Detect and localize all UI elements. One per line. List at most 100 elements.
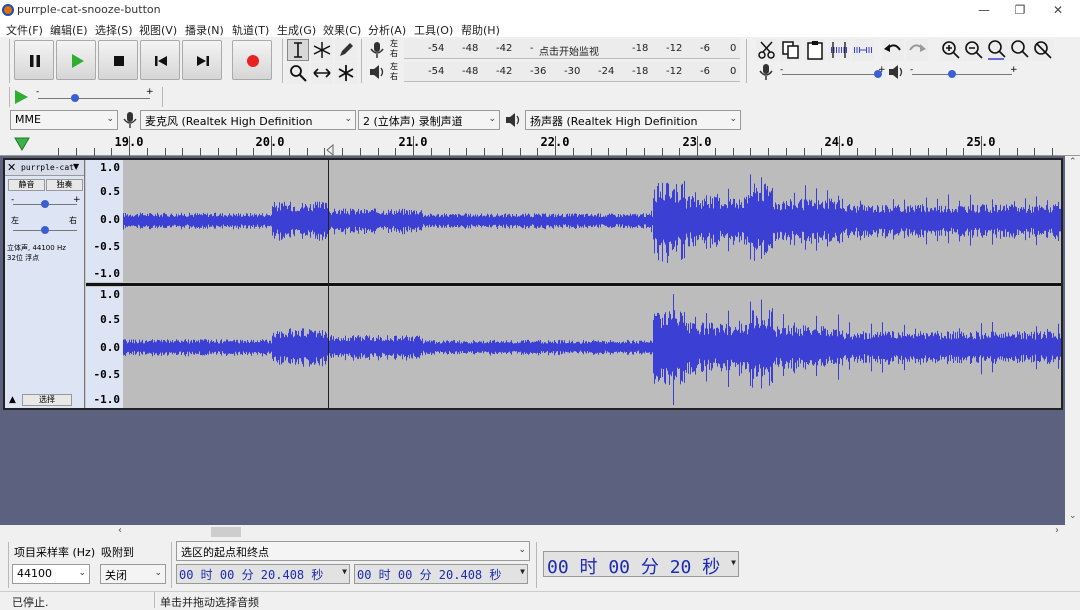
- multi-tool[interactable]: [335, 62, 357, 84]
- play-at-speed-icon[interactable]: [12, 88, 30, 106]
- speaker-icon[interactable]: [368, 63, 386, 81]
- mute-button[interactable]: 静音: [8, 179, 45, 191]
- fit-project-button[interactable]: [1009, 39, 1031, 61]
- record-volume-slider[interactable]: - +: [780, 64, 886, 80]
- select-track-button[interactable]: 选择: [22, 394, 72, 406]
- time-shift-tool[interactable]: [311, 62, 333, 84]
- selection-tool[interactable]: [287, 39, 309, 61]
- selection-end-time[interactable]: 00 时 00 分 20.408 秒 ▼: [354, 564, 528, 584]
- silence-button[interactable]: [852, 39, 874, 61]
- play-button[interactable]: [56, 40, 96, 80]
- vertical-scrollbar[interactable]: ⌃ ⌄: [1065, 156, 1080, 525]
- pause-button[interactable]: [14, 40, 54, 80]
- time-format-arrow-icon[interactable]: ▼: [342, 567, 347, 576]
- menu-help[interactable]: 帮助(H): [461, 22, 500, 38]
- track-menu-arrow-icon[interactable]: ▼: [73, 162, 79, 171]
- redo-button[interactable]: [906, 39, 928, 61]
- selection-mode-select[interactable]: 选区的起点和终点 ⌄: [176, 541, 530, 561]
- clipboard-icon: [807, 41, 823, 60]
- copy-button[interactable]: [780, 39, 802, 61]
- menu-view[interactable]: 视图(V): [139, 22, 177, 38]
- ruler-tick: [608, 148, 610, 156]
- ruler-tick: [998, 148, 1000, 156]
- undo-button[interactable]: [882, 39, 904, 61]
- scale-label: -0.5: [93, 240, 121, 253]
- channels-select[interactable]: 2 (立体声) 录制声道 ⌄: [358, 110, 500, 130]
- pan-slider-thumb[interactable]: [41, 226, 49, 234]
- rec-tick: -: [530, 43, 534, 54]
- skip-start-icon: [155, 56, 167, 66]
- solo-button[interactable]: 独奏: [46, 179, 83, 191]
- menu-file[interactable]: 文件(F): [6, 22, 43, 38]
- playback-meter[interactable]: -54 -48 -42 -36 -30 -24 -18 -12 -6 0: [404, 62, 740, 82]
- ruler-tick: [590, 148, 592, 156]
- selection-start-time[interactable]: 00 时 00 分 20.408 秒 ▼: [176, 564, 350, 584]
- snap-to-select[interactable]: 关闭 ⌄: [100, 564, 166, 584]
- playback-volume-slider[interactable]: - +: [910, 64, 1018, 80]
- ruler-tick: [413, 136, 414, 156]
- record-button[interactable]: [232, 40, 272, 80]
- envelope-tool[interactable]: [311, 39, 333, 61]
- vertical-scale-left-channel[interactable]: 1.0 0.5 0.0 -0.5 -1.0: [86, 160, 123, 282]
- menu-edit[interactable]: 编辑(E): [50, 22, 88, 38]
- zoom-toggle-button[interactable]: [1032, 39, 1054, 61]
- minimize-button[interactable]: —: [966, 0, 1002, 20]
- zoom-tool[interactable]: [287, 62, 309, 84]
- scroll-left-icon[interactable]: ‹: [118, 525, 122, 536]
- play-tick: -18: [632, 66, 649, 77]
- scroll-thumb[interactable]: [211, 527, 241, 537]
- pin-head-icon[interactable]: [14, 137, 30, 151]
- cut-button[interactable]: [756, 39, 778, 61]
- paste-button[interactable]: [804, 39, 826, 61]
- project-rate-select[interactable]: 44100 ⌄: [12, 564, 90, 584]
- restore-button[interactable]: ❐: [1002, 0, 1038, 20]
- waveform-samples: [123, 174, 1061, 263]
- fit-selection-button[interactable]: [986, 39, 1008, 61]
- ruler-tick: [430, 148, 432, 156]
- time-format-arrow-icon[interactable]: ▼: [520, 567, 525, 576]
- output-device-select[interactable]: 扬声器 (Realtek High Definition ⌄: [525, 110, 741, 130]
- scale-label: 1.0: [100, 161, 120, 174]
- waveform-right-channel[interactable]: [123, 287, 1061, 408]
- microphone-icon[interactable]: [368, 41, 386, 59]
- mic-volume-icon: [759, 64, 773, 80]
- channel-separator: [86, 283, 1061, 286]
- scroll-right-icon[interactable]: ›: [1055, 525, 1059, 536]
- ruler-tick: [927, 148, 929, 156]
- horizontal-scrollbar[interactable]: ‹ ›: [115, 525, 1065, 539]
- zoom-in-button[interactable]: [940, 39, 962, 61]
- track-name[interactable]: purrple-cat-: [21, 163, 79, 172]
- record-meter[interactable]: -54 -48 -42 - 点击开始监视 -18 -12 -6 0: [404, 39, 740, 59]
- play-tick: -36: [530, 66, 547, 77]
- scroll-down-icon[interactable]: ⌄: [1069, 511, 1077, 521]
- stop-button[interactable]: [98, 40, 138, 80]
- collapse-track-icon[interactable]: ▲: [9, 395, 16, 405]
- gain-slider-thumb[interactable]: [41, 200, 49, 208]
- close-track-icon[interactable]: ✕: [7, 161, 16, 174]
- scroll-up-icon[interactable]: ⌃: [1069, 157, 1077, 167]
- rec-tick: -48: [462, 43, 479, 54]
- menu-effect[interactable]: 效果(C): [323, 22, 361, 38]
- time-format-arrow-icon[interactable]: ▼: [731, 558, 736, 567]
- trim-button[interactable]: [828, 39, 850, 61]
- menu-transport[interactable]: 播录(N): [185, 22, 224, 38]
- menu-generate[interactable]: 生成(G): [277, 22, 316, 38]
- audio-position-time[interactable]: 00 时 00 分 20 秒 ▼: [543, 551, 739, 578]
- vertical-scale-right-channel[interactable]: 1.0 0.5 0.0 -0.5 -1.0: [86, 287, 123, 408]
- snap-to-label: 吸附到: [101, 546, 134, 559]
- zoom-out-button[interactable]: [963, 39, 985, 61]
- input-device-select[interactable]: 麦克风 (Realtek High Definition ⌄: [140, 110, 356, 130]
- timeline-ruler[interactable]: 19.0 20.0 21.0 22.0 23.0 24.0 25.0: [0, 132, 1080, 156]
- audio-host-select[interactable]: MME ⌄: [10, 110, 118, 130]
- menu-tools[interactable]: 工具(O): [414, 22, 453, 38]
- draw-tool[interactable]: [335, 39, 357, 61]
- menu-select[interactable]: 选择(S): [95, 22, 133, 38]
- menu-analyze[interactable]: 分析(A): [368, 22, 406, 38]
- waveform-left-channel[interactable]: [123, 160, 1061, 282]
- play-speed-slider[interactable]: - +: [34, 87, 156, 105]
- close-button[interactable]: ✕: [1040, 0, 1076, 20]
- ruler-tick: [253, 148, 255, 156]
- skip-to-start-button[interactable]: [140, 40, 180, 80]
- menu-tracks[interactable]: 轨道(T): [232, 22, 269, 38]
- skip-to-end-button[interactable]: [182, 40, 222, 80]
